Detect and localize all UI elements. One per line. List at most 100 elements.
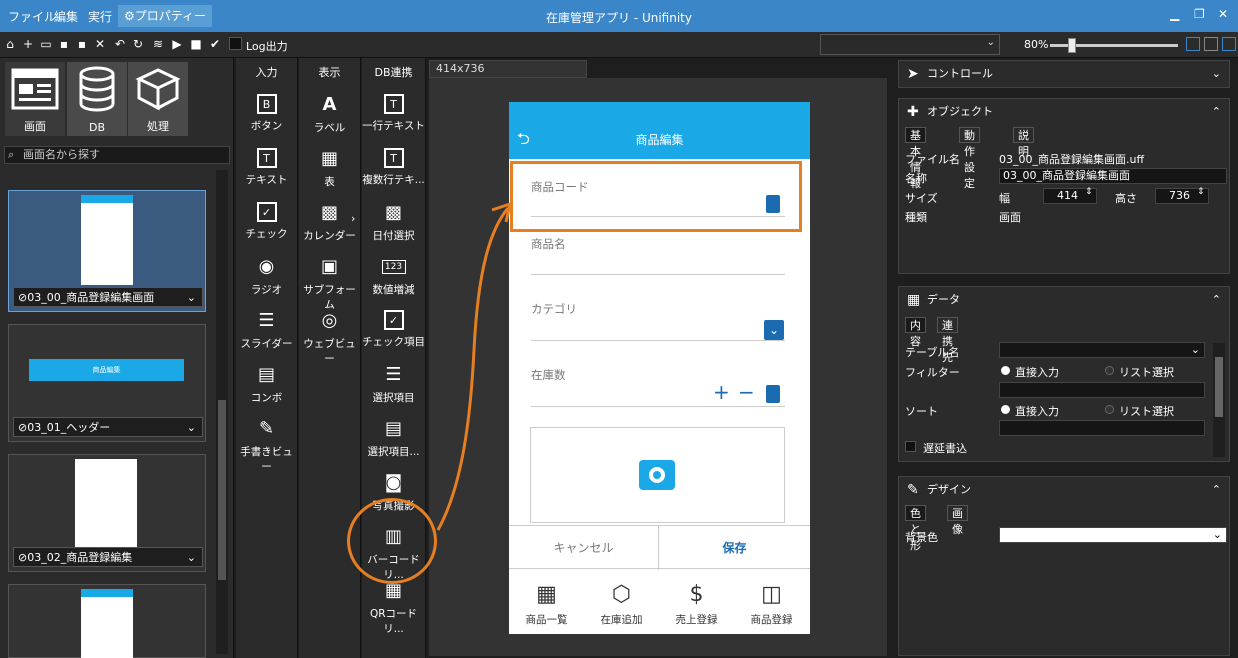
data-panel-header[interactable]: ▦ データ ⌃ — [899, 287, 1229, 313]
zoom-slider-thumb[interactable] — [1068, 38, 1076, 53]
undo-icon[interactable]: ↶ — [113, 37, 127, 51]
device-select[interactable]: ⌄ — [820, 34, 1000, 55]
object-panel-header[interactable]: ✚ オブジェクト ⌃ — [899, 99, 1229, 125]
tab-db[interactable]: DB — [67, 62, 127, 136]
layout-full-icon[interactable] — [1222, 37, 1236, 51]
palette-check[interactable]: ✓ チェック — [236, 202, 297, 241]
screen-search-input[interactable]: ⌕ 画面名から探す — [4, 146, 230, 164]
lazy-write-checkbox[interactable] — [905, 441, 916, 452]
photo-area[interactable] — [530, 427, 785, 523]
palette-check-item[interactable]: ✓ チェック項目 — [362, 310, 425, 349]
screen-card[interactable]: ⊘03_02_商品登録編集 ⌄ — [8, 454, 206, 572]
log-output-checkbox[interactable] — [229, 37, 242, 50]
calculator-icon[interactable] — [766, 385, 780, 403]
palette-label[interactable]: A ラベル — [299, 94, 360, 135]
palette-single-text[interactable]: T 一行テキスト — [362, 94, 425, 133]
palette-combo[interactable]: ▤ コンボ — [236, 364, 297, 405]
save-all-icon[interactable]: ▪ — [75, 37, 89, 51]
wifi-icon[interactable]: ≋ — [151, 37, 165, 51]
layout-single-icon[interactable] — [1186, 37, 1200, 51]
filter-input[interactable] — [999, 382, 1205, 398]
palette-select-item-2[interactable]: ▤ 選択項目... — [362, 418, 425, 459]
palette-qr[interactable]: ▦ QRコードリ... — [362, 580, 425, 636]
table-name-select[interactable]: ⌄ — [999, 342, 1205, 358]
chevron-down-icon[interactable]: ⌄ — [187, 288, 196, 308]
maximize-icon[interactable]: ❐ — [1194, 7, 1205, 21]
data-scroll-thumb[interactable] — [1215, 357, 1223, 417]
screen-card-footer[interactable]: ⊘03_01_ヘッダー ⌄ — [13, 417, 203, 437]
close-icon[interactable]: ✕ — [1218, 7, 1228, 21]
control-panel-header[interactable]: ➤ コントロール ⌄ — [899, 61, 1229, 87]
chevron-down-icon[interactable]: ⌄ — [187, 418, 196, 438]
design-panel-header[interactable]: ✎ デザイン ⌃ — [899, 477, 1229, 503]
refresh-icon[interactable]: ↻ — [131, 37, 145, 51]
navigator-scroll-thumb[interactable] — [218, 400, 226, 580]
height-spinner-icon[interactable]: ⇕ — [1197, 187, 1205, 197]
tab-product-list[interactable]: ▦ 商品一覧 — [509, 580, 584, 627]
save-icon[interactable]: ▪ — [57, 37, 71, 51]
tab-link-target[interactable]: 連携先 — [937, 317, 958, 364]
chevron-right-icon[interactable]: › — [351, 212, 355, 225]
palette-date[interactable]: ▩ 日付選択 — [362, 202, 425, 243]
palette-radio[interactable]: ◉ ラジオ — [236, 256, 297, 297]
tab-image[interactable]: 画像 — [947, 505, 968, 536]
open-folder-icon[interactable]: ▭ — [39, 37, 53, 51]
screen-card-footer[interactable]: ⊘03_02_商品登録編集 ⌄ — [13, 547, 203, 567]
palette-webview[interactable]: ◎ ウェブビュー — [299, 310, 360, 366]
palette-button[interactable]: B ボタン — [236, 94, 297, 133]
filter-direct-radio[interactable] — [1001, 366, 1010, 375]
tab-sales[interactable]: $ 売上登録 — [659, 580, 734, 627]
zoom-slider[interactable] — [1050, 38, 1178, 53]
sort-direct-radio[interactable] — [1001, 405, 1010, 414]
chevron-up-icon[interactable]: ⌃ — [1212, 287, 1221, 313]
palette-multi-text[interactable]: T 複数行テキ... — [362, 148, 425, 187]
screen-card[interactable]: ⊘03_00_商品登録編集画面 ⌄ — [8, 190, 206, 312]
tab-behavior[interactable]: 動作設定 — [959, 127, 980, 190]
chevron-up-icon[interactable]: ⌃ — [1212, 99, 1221, 125]
add-icon[interactable]: + — [21, 37, 35, 51]
palette-subform[interactable]: ▣ サブフォーム — [299, 256, 360, 312]
minus-icon[interactable]: − — [738, 380, 755, 404]
delete-icon[interactable]: ✕ — [93, 37, 107, 51]
sort-input[interactable] — [999, 420, 1205, 436]
palette-number[interactable]: 123 数値増減 — [362, 256, 425, 297]
sort-list-radio[interactable] — [1105, 405, 1114, 414]
canvas-size-tab[interactable]: 414x736 — [429, 60, 587, 78]
layout-split-icon[interactable] — [1204, 37, 1218, 51]
play-icon[interactable]: ▶ — [170, 37, 184, 51]
tab-description[interactable]: 説明 — [1013, 127, 1034, 158]
field-category[interactable]: カテゴリ — [531, 301, 785, 341]
tab-basic-info[interactable]: 基本情報 — [905, 127, 926, 190]
screen-card-footer[interactable]: ⊘03_00_商品登録編集画面 ⌄ — [13, 287, 203, 307]
navigator-scrollbar[interactable] — [216, 170, 228, 654]
palette-slider[interactable]: ☰ スライダー — [236, 310, 297, 351]
data-scrollbar[interactable] — [1213, 343, 1225, 457]
check-icon[interactable]: ✔ — [208, 37, 222, 51]
width-spinner-icon[interactable]: ⇕ — [1085, 187, 1093, 197]
bg-color-select[interactable]: ⌄ — [999, 527, 1227, 543]
filter-list-radio[interactable] — [1105, 366, 1114, 375]
screen-card[interactable]: 商品編集 ⊘03_01_ヘッダー ⌄ — [8, 324, 206, 442]
tab-register[interactable]: ◫ 商品登録 — [734, 580, 809, 627]
name-input[interactable]: 03_00_商品登録編集画面 — [999, 168, 1227, 184]
save-button[interactable]: 保存 — [659, 526, 810, 570]
cancel-button[interactable]: キャンセル — [509, 526, 659, 570]
plus-icon[interactable]: + — [713, 380, 730, 404]
palette-text[interactable]: T テキスト — [236, 148, 297, 187]
tab-process[interactable]: 処理 — [128, 62, 188, 136]
minimize-icon[interactable]: ▁ — [1170, 7, 1179, 21]
tab-screen[interactable]: 画面 — [5, 62, 65, 136]
palette-table[interactable]: ▦ 表 — [299, 148, 360, 189]
screen-card[interactable] — [8, 584, 206, 658]
chevron-down-icon[interactable]: ⌄ — [1212, 61, 1221, 87]
field-product-name[interactable]: 商品名 — [531, 236, 785, 275]
stop-icon[interactable]: ■ — [189, 37, 203, 51]
tab-add-stock[interactable]: ⬡ 在庫追加 — [584, 580, 659, 627]
tab-color-shape[interactable]: 色と形 — [905, 505, 926, 552]
control-panel[interactable]: ➤ コントロール ⌄ — [898, 60, 1230, 88]
chevron-down-icon[interactable]: ⌄ — [187, 548, 196, 568]
palette-handwriting[interactable]: ✎ 手書きビュー — [236, 418, 297, 474]
tab-content[interactable]: 内容 — [905, 317, 926, 348]
palette-select-item[interactable]: ☰ 選択項目 — [362, 364, 425, 405]
chevron-up-icon[interactable]: ⌃ — [1212, 477, 1221, 503]
